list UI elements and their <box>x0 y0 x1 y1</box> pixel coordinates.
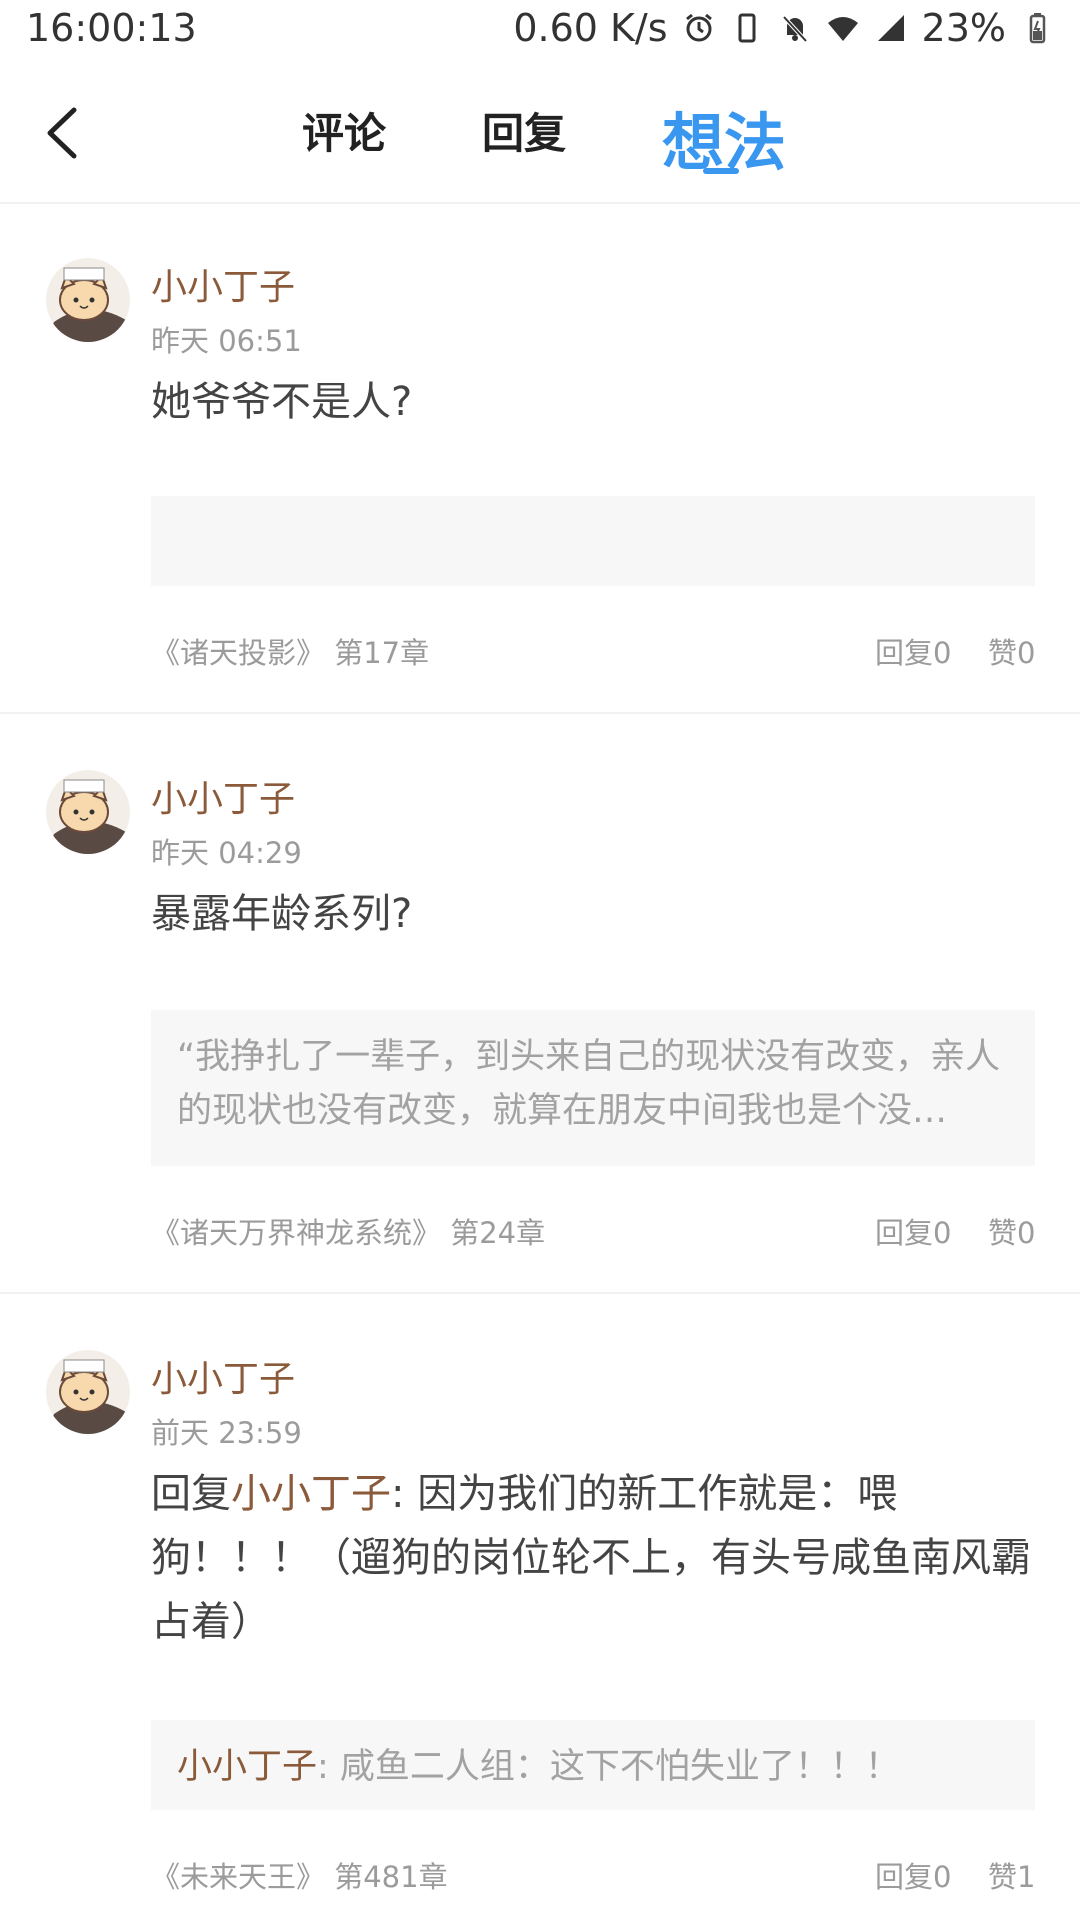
battery-icon <box>1020 11 1054 45</box>
wifi-icon <box>826 11 860 45</box>
reply-count[interactable]: 回复0 <box>875 630 951 672</box>
post-content: 她爷爷不是人? <box>151 379 413 425</box>
cat-avatar-icon <box>46 258 130 342</box>
book-chapter-link[interactable]: 《诸天投影》 第17章 <box>151 630 429 672</box>
reply-prefix: 回复 <box>151 1471 231 1517</box>
back-button[interactable] <box>38 98 88 168</box>
like-count[interactable]: 赞0 <box>988 1210 1035 1252</box>
tab-replies[interactable]: 回复 <box>482 100 566 161</box>
quote-mention[interactable]: 小小丁子 <box>177 1747 317 1787</box>
divider <box>0 1292 1080 1294</box>
top-nav: 评论 回复 想法 <box>0 60 1080 204</box>
phone-icon <box>730 11 764 45</box>
post-content: 暴露年龄系列? <box>151 891 413 937</box>
book-chapter-link[interactable]: 《未来天王》 第481章 <box>151 1854 448 1896</box>
book-chapter-link[interactable]: 《诸天万界神龙系统》 第24章 <box>151 1210 545 1252</box>
status-bar: 16:00:13 0.60 K/s 23% <box>0 0 1080 60</box>
username[interactable]: 小小丁子 <box>151 770 295 822</box>
quote-box[interactable] <box>151 496 1035 586</box>
active-tab-indicator <box>703 168 739 174</box>
post-time: 昨天 06:51 <box>151 324 302 358</box>
divider <box>0 712 1080 714</box>
cat-avatar-icon <box>46 1350 130 1434</box>
thought-item: 小小丁子 前天 23:59 回复小小丁子: 因为我们的新工作就是：喂狗！！！（遛… <box>0 1350 1080 1910</box>
reply-count[interactable]: 回复0 <box>875 1854 951 1896</box>
thought-item: 小小丁子 昨天 04:29 暴露年龄系列? “我挣扎了一辈子，到头来自己的现状没… <box>0 770 1080 1270</box>
like-count[interactable]: 赞0 <box>988 630 1035 672</box>
username[interactable]: 小小丁子 <box>151 258 295 310</box>
chevron-left-icon <box>47 107 77 159</box>
bell-off-icon <box>778 11 812 45</box>
post-content: 回复小小丁子: 因为我们的新工作就是：喂狗！！！（遛狗的岗位轮不上，有头号咸鱼南… <box>151 1462 1036 1654</box>
like-count[interactable]: 赞1 <box>988 1854 1035 1896</box>
tab-comments[interactable]: 评论 <box>302 100 386 161</box>
username[interactable]: 小小丁子 <box>151 1350 295 1402</box>
thought-item: 小小丁子 昨天 06:51 她爷爷不是人? 《诸天投影》 第17章 回复0 赞0 <box>0 258 1080 710</box>
avatar[interactable] <box>46 770 130 854</box>
cat-avatar-icon <box>46 770 130 854</box>
mention-link[interactable]: 小小丁子 <box>231 1471 391 1517</box>
signal-icon <box>874 11 908 45</box>
avatar[interactable] <box>46 1350 130 1434</box>
status-icons: 0.60 K/s 23% <box>513 6 1054 50</box>
reply-count[interactable]: 回复0 <box>875 1210 951 1252</box>
quote-box[interactable]: 小小丁子: 咸鱼二人组：这下不怕失业了！！！ <box>151 1720 1035 1810</box>
post-time: 昨天 04:29 <box>151 836 302 870</box>
quote-text: : 咸鱼二人组：这下不怕失业了！！！ <box>317 1747 900 1787</box>
network-speed: 0.60 K/s <box>513 6 668 50</box>
post-time: 前天 23:59 <box>151 1416 302 1450</box>
quote-box[interactable]: “我挣扎了一辈子，到头来自己的现状没有改变，亲人的现状也没有改变，就算在朋友中间… <box>151 1010 1035 1166</box>
avatar[interactable] <box>46 258 130 342</box>
battery-percent: 23% <box>921 6 1006 50</box>
status-time: 16:00:13 <box>26 6 197 50</box>
alarm-icon <box>682 11 716 45</box>
